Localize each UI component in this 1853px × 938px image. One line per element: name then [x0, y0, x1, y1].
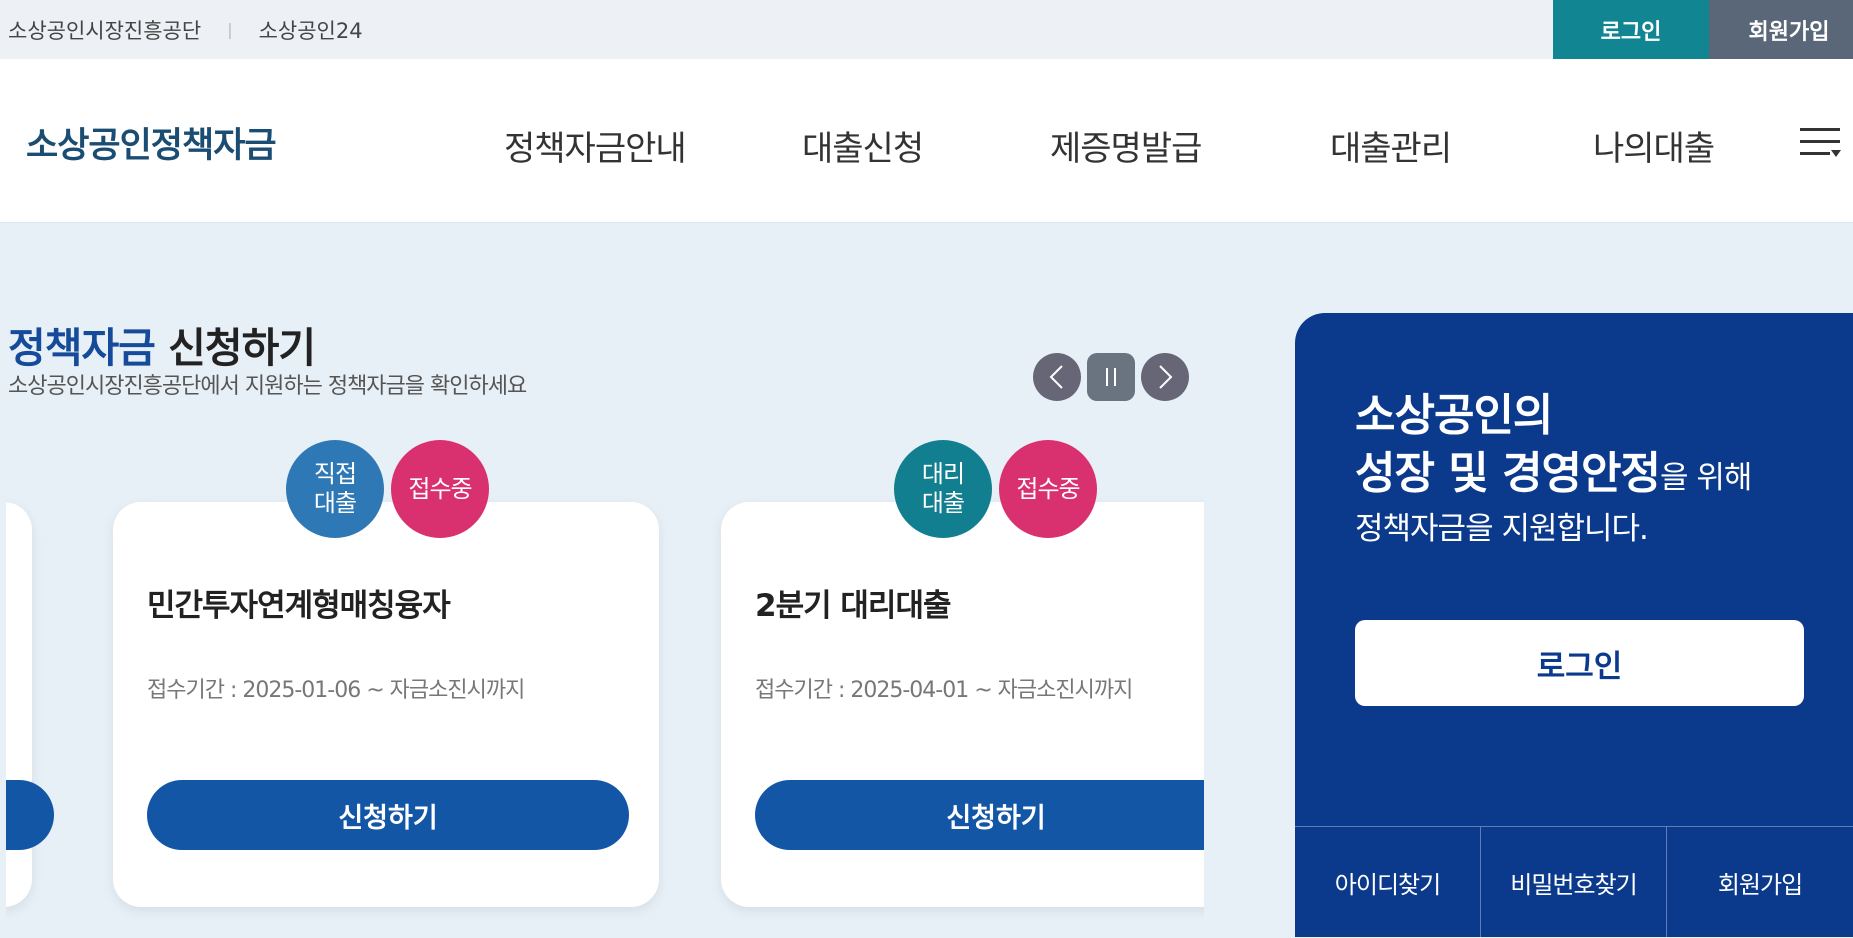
status-badge: 접수중 [391, 440, 489, 538]
util-link-semas[interactable]: 소상공인시장진흥공단 [8, 15, 201, 45]
section-title-accent: 정책자금 [8, 324, 156, 372]
util-separator: | [227, 20, 233, 39]
slider-prev-button[interactable] [1033, 353, 1081, 401]
utility-links: 소상공인시장진흥공단 | 소상공인24 [8, 0, 363, 59]
panel-login-button[interactable]: 로그인 [1355, 620, 1804, 706]
loan-card: 2분기 대리대출 접수기간 : 2025-04-01 ~ 자금소진시까지 신청하… [721, 502, 1204, 907]
badge-line: 대리 [921, 460, 965, 488]
menu-icon[interactable] [1800, 124, 1841, 158]
nav-item-my-loan[interactable]: 나의대출 [1593, 121, 1715, 170]
apply-button[interactable]: 신청하기 [755, 780, 1204, 850]
panel-line-2: 성장 및 경영안정을 위해 [1355, 445, 1752, 507]
loan-card-period: 접수기간 : 2025-04-01 ~ 자금소진시까지 [755, 678, 1133, 703]
loan-card: 민간투자연계형매칭융자 접수기간 : 2025-01-06 ~ 자금소진시까지 … [113, 502, 659, 907]
utility-bar: 소상공인시장진흥공단 | 소상공인24 로그인 회원가입 [0, 0, 1853, 59]
login-panel: 소상공인의 성장 및 경영안정을 위해 정책자금을 지원합니다. 로그인 아이디… [1295, 313, 1853, 938]
loan-card-period: 접수기간 : 2025-01-06 ~ 자금소진시까지 [147, 678, 525, 703]
panel-line-2-small: 을 위해 [1660, 460, 1752, 496]
status-badge: 접수중 [999, 440, 1097, 538]
loan-type-badge: 대리 대출 [894, 440, 992, 538]
loan-type-badge: 직접 대출 [286, 440, 384, 538]
loan-card-title: 2분기 대리대출 [755, 588, 951, 624]
panel-links: 아이디찾기 비밀번호찾기 회원가입 [1295, 826, 1853, 938]
panel-line-1: 소상공인의 [1355, 390, 1553, 441]
nav-item-loan-manage[interactable]: 대출관리 [1330, 121, 1452, 170]
loan-card-previous [6, 502, 54, 907]
chevron-right-icon [1159, 365, 1173, 389]
slider-next-button[interactable] [1141, 353, 1189, 401]
find-password-link[interactable]: 비밀번호찾기 [1481, 827, 1667, 938]
section-title-rest: 신청하기 [154, 324, 316, 372]
section-subtitle: 소상공인시장진흥공단에서 지원하는 정책자금을 확인하세요 [8, 374, 527, 399]
badge-line: 직접 [313, 460, 357, 488]
util-link-sbiz24[interactable]: 소상공인24 [259, 15, 363, 45]
apply-button[interactable]: 신청하기 [147, 780, 629, 850]
loan-card-title: 민간투자연계형매칭융자 [147, 588, 451, 624]
site-logo[interactable]: 소상공인정책자금 [26, 117, 277, 168]
nav-item-certificate[interactable]: 제증명발급 [1050, 121, 1202, 170]
find-id-link[interactable]: 아이디찾기 [1295, 827, 1481, 938]
apply-button-partial[interactable] [6, 780, 54, 850]
badge-line: 대출 [921, 489, 965, 517]
top-login-button[interactable]: 로그인 [1553, 0, 1709, 59]
panel-message: 소상공인의 성장 및 경영안정을 위해 정책자금을 지원합니다. [1355, 387, 1752, 551]
signup-link[interactable]: 회원가입 [1667, 827, 1853, 938]
nav-item-apply[interactable]: 대출신청 [802, 121, 924, 170]
badge-line: 대출 [313, 489, 357, 517]
site-header: 소상공인정책자금 정책자금안내 대출신청 제증명발급 대출관리 나의대출 [0, 59, 1853, 223]
section-title: 정책자금 신청하기 [8, 314, 316, 374]
loan-card-slider: 민간투자연계형매칭융자 접수기간 : 2025-01-06 ~ 자금소진시까지 … [6, 440, 1204, 937]
slider-pause-button[interactable] [1087, 353, 1135, 401]
top-join-button[interactable]: 회원가입 [1709, 0, 1853, 59]
chevron-left-icon [1049, 365, 1063, 389]
nav-item-guide[interactable]: 정책자금안내 [504, 121, 687, 170]
panel-line-3: 정책자금을 지원합니다. [1355, 511, 1649, 547]
panel-line-2-bold: 성장 및 경영안정 [1355, 448, 1661, 499]
pause-icon [1106, 368, 1116, 386]
